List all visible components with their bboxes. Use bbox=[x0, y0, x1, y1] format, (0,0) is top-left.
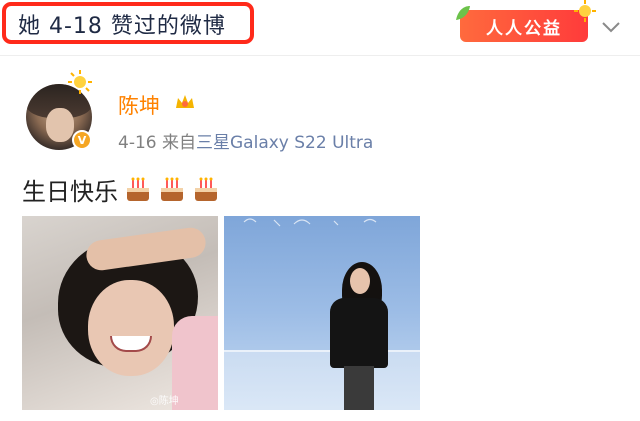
charity-label: 人人公益 bbox=[486, 18, 562, 39]
sky-writing bbox=[243, 218, 377, 227]
cake-icon bbox=[161, 177, 183, 201]
sun-icon bbox=[574, 0, 596, 22]
post-meta: 4-16 来自三星Galaxy S22 Ultra bbox=[118, 128, 373, 153]
username[interactable]: 陈坤 bbox=[118, 90, 160, 120]
cake-icon bbox=[127, 177, 149, 201]
post-photo-2[interactable] bbox=[224, 216, 420, 410]
post-text: 生日快乐 bbox=[22, 172, 220, 207]
page-title: 她 4-18 赞过的微博 bbox=[18, 14, 226, 39]
post-photo-1[interactable]: ◎陈坤 bbox=[22, 216, 218, 410]
source-device[interactable]: 三星Galaxy S22 Ultra bbox=[196, 133, 373, 153]
cake-icon bbox=[195, 177, 217, 201]
charity-button[interactable]: 人人公益 bbox=[456, 0, 596, 42]
verified-badge: V bbox=[72, 130, 92, 150]
sun-icon bbox=[68, 70, 92, 94]
header-bar: 她 4-18 赞过的微博 人人公益 bbox=[0, 0, 640, 56]
post-date: 4-16 bbox=[118, 133, 157, 153]
source-prefix: 来自 bbox=[162, 133, 196, 153]
chevron-down-icon[interactable] bbox=[600, 16, 622, 38]
leaf-icon bbox=[456, 6, 470, 20]
post-body: 生日快乐 bbox=[22, 178, 118, 206]
crown-icon[interactable] bbox=[174, 92, 196, 112]
photo-watermark: ◎陈坤 bbox=[150, 396, 179, 407]
